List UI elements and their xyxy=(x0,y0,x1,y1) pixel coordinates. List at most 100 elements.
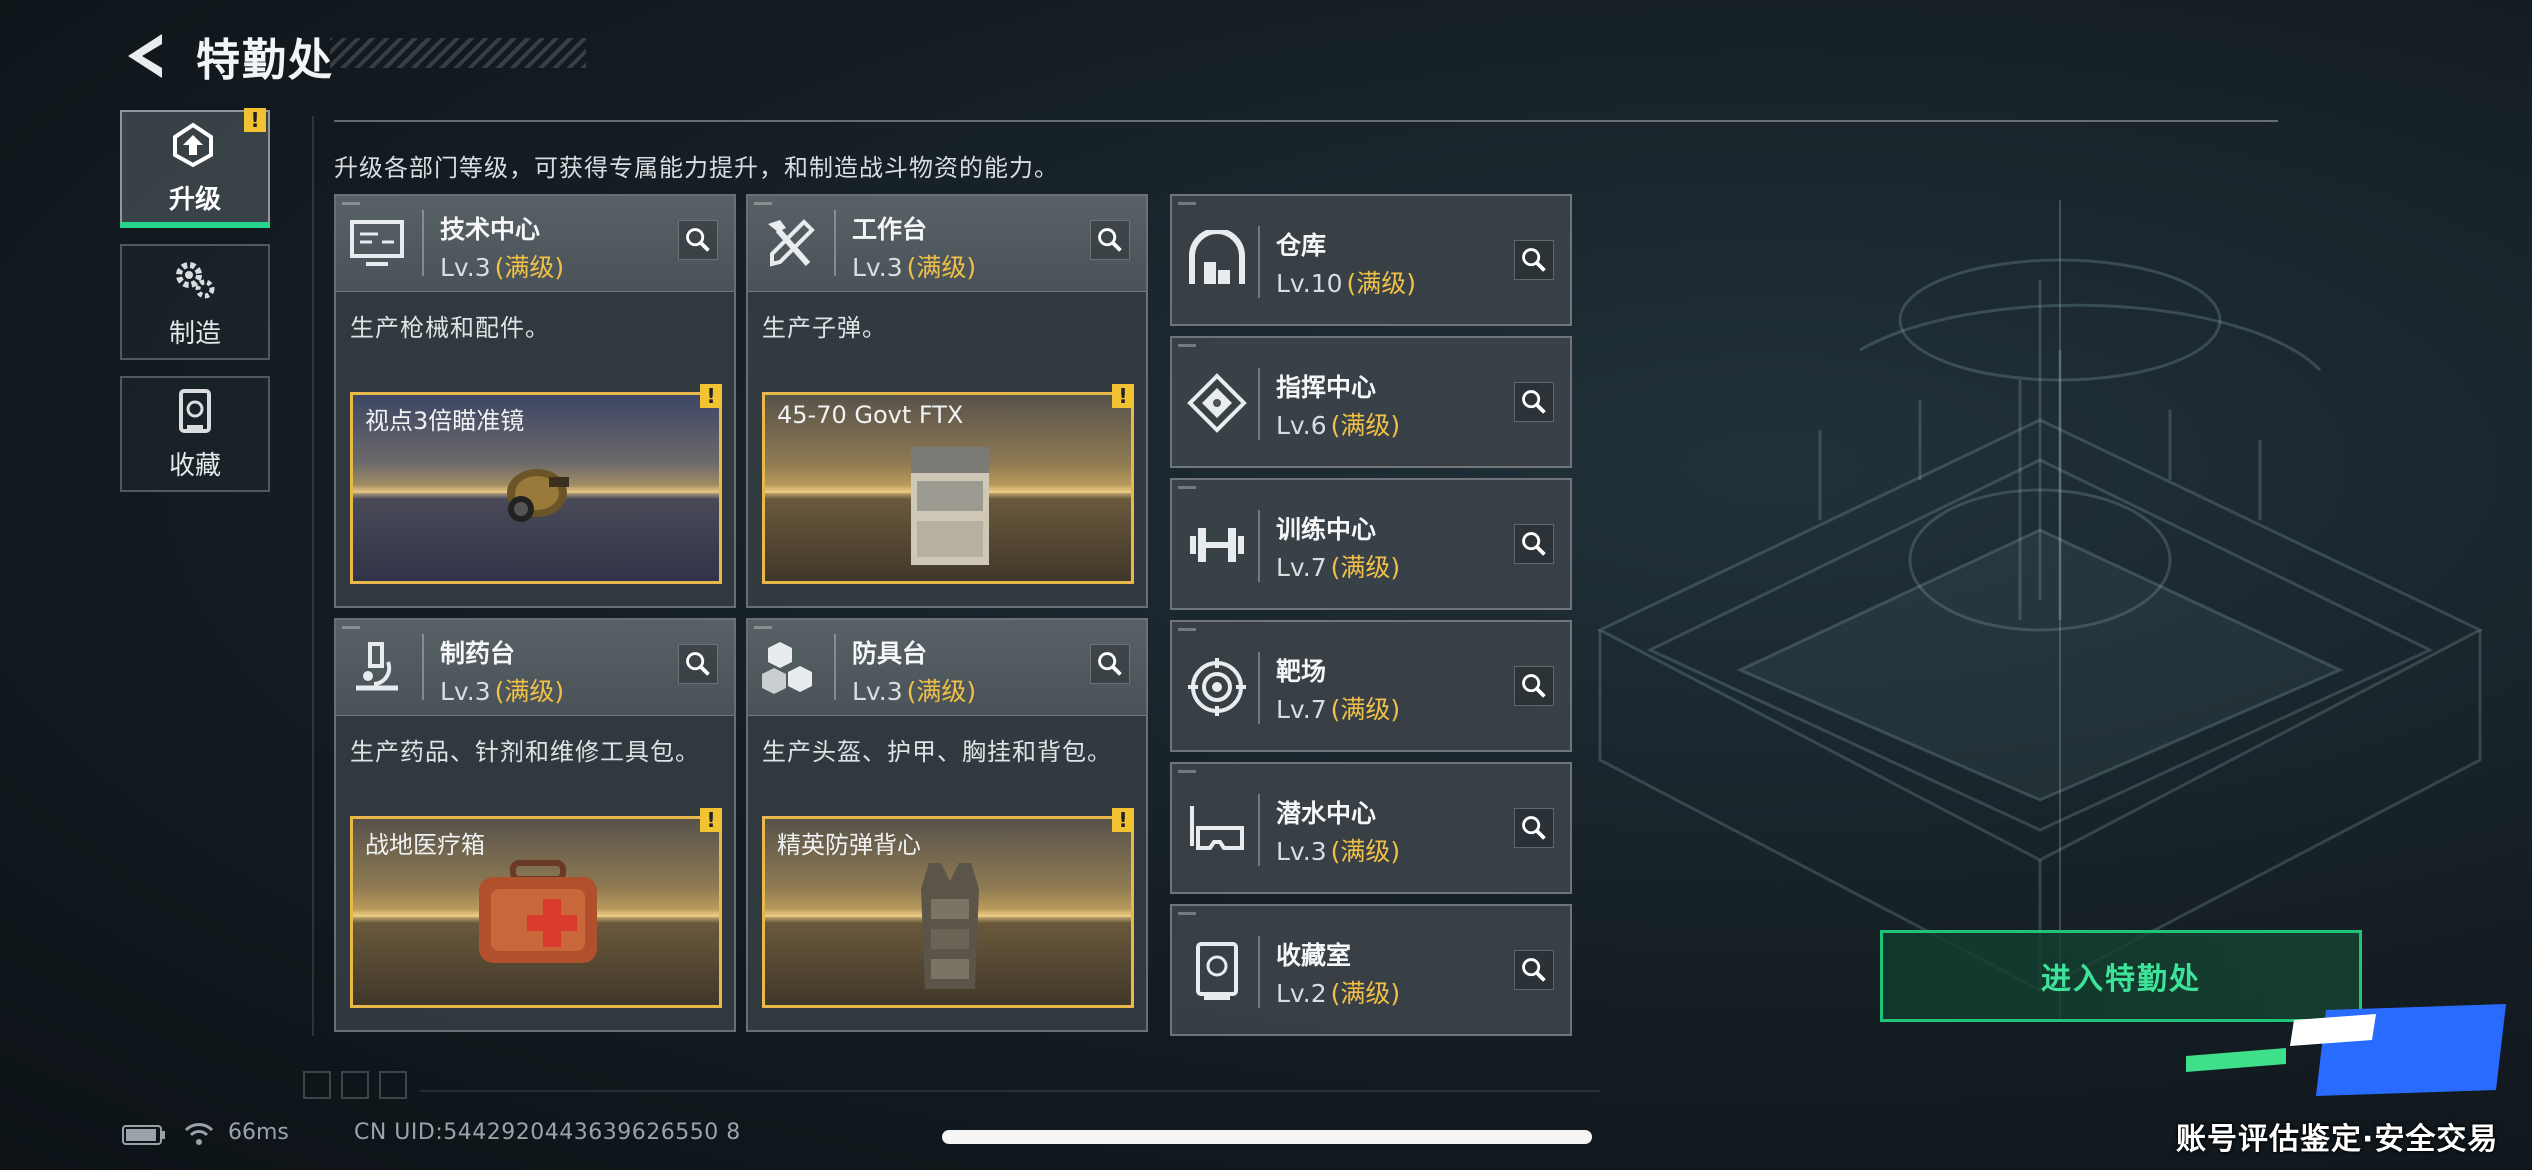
facility-name: 收藏室 xyxy=(1276,941,1352,970)
bottom-grid-decoration xyxy=(303,1071,407,1099)
facility-name: 指挥中心 xyxy=(1276,373,1377,402)
facility-level: Lv.3 (满级) xyxy=(1276,837,1401,866)
facility-level: Lv.6 (满级) xyxy=(1276,411,1401,440)
armor-cubes-icon xyxy=(762,642,812,694)
search-icon[interactable] xyxy=(1514,240,1554,280)
search-icon[interactable] xyxy=(1514,524,1554,564)
user-uid: CN UID:5442920443639626550 8 xyxy=(354,1120,741,1145)
title-hatch-decoration xyxy=(330,38,586,68)
upgrade-icon xyxy=(173,122,213,167)
page-title: 特勤处 xyxy=(196,35,334,86)
monitor-icon xyxy=(350,220,404,266)
craft-slot-medkit[interactable]: 战地医疗箱 xyxy=(350,816,722,1008)
craft-alert-badge: ! xyxy=(700,808,722,832)
facility-card-armor-bench[interactable]: 防具台 Lv.3 (满级) 生产头盔、护甲、胸挂和背包。 精英防弹背心 xyxy=(746,618,1148,1032)
facility-card-command-center[interactable]: 指挥中心 Lv.6 (满级) xyxy=(1170,336,1572,468)
dumbbell-icon xyxy=(1190,528,1244,562)
search-icon[interactable] xyxy=(1514,950,1554,990)
facility-name: 工作台 xyxy=(852,215,928,244)
facility-description: 生产子弹。 xyxy=(762,314,887,342)
card-header: 技术中心 Lv.3 (满级) xyxy=(336,196,734,292)
ammo-box-image xyxy=(911,447,989,565)
facility-name: 靶场 xyxy=(1276,657,1327,686)
nav-tab-craft[interactable]: 制造 xyxy=(120,244,270,360)
card-header: 工作台 Lv.3 (满级) xyxy=(748,196,1146,292)
nav-active-indicator xyxy=(120,222,270,228)
wifi-icon xyxy=(184,1123,214,1145)
facility-level: Lv.3 (满级) xyxy=(440,253,565,282)
craft-item-name: 精英防弹背心 xyxy=(777,831,921,859)
facility-name: 仓库 xyxy=(1276,231,1327,260)
panel-top-divider xyxy=(334,120,2278,122)
search-icon[interactable] xyxy=(678,220,718,260)
facility-card-workbench[interactable]: 工作台 Lv.3 (满级) 生产子弹。 45-70 Govt FTX xyxy=(746,194,1148,608)
search-icon[interactable] xyxy=(1514,382,1554,422)
command-icon xyxy=(1187,373,1247,433)
ping-text: 66ms xyxy=(228,1120,289,1145)
intro-text: 升级各部门等级，可获得专属能力提升，和制造战斗物资的能力。 xyxy=(334,154,1059,182)
search-icon[interactable] xyxy=(678,644,718,684)
facility-card-tech-center[interactable]: 技术中心 Lv.3 (满级) 生产枪械和配件。 视点3倍瞄准镜 xyxy=(334,194,736,608)
facility-card-warehouse[interactable]: 仓库 Lv.10 (满级) xyxy=(1170,194,1572,326)
panel-left-divider xyxy=(312,116,314,1036)
facility-name: 制药台 xyxy=(440,639,516,668)
craft-item-name: 45-70 Govt FTX xyxy=(777,401,964,429)
search-icon[interactable] xyxy=(1514,808,1554,848)
search-icon[interactable] xyxy=(1514,666,1554,706)
facility-card-shooting-range[interactable]: 靶场 Lv.7 (满级) xyxy=(1170,620,1572,752)
facility-level: Lv.7 (满级) xyxy=(1276,695,1401,724)
facility-card-diving-center[interactable]: 潜水中心 Lv.3 (满级) xyxy=(1170,762,1572,894)
facility-card-pharmacy[interactable]: 制药台 Lv.3 (满级) 生产药品、针剂和维修工具包。 战地医疗箱 xyxy=(334,618,736,1032)
nav-tab-collection-label: 收藏 xyxy=(168,450,221,481)
facility-card-collection-room[interactable]: 收藏室 Lv.2 (满级) xyxy=(1170,904,1572,1036)
facility-level: Lv.3 (满级) xyxy=(852,677,977,706)
facility-description: 生产枪械和配件。 xyxy=(350,314,550,342)
bottom-divider xyxy=(420,1090,1600,1092)
facility-level: Lv.10 (满级) xyxy=(1276,269,1417,298)
nav-tab-craft-label: 制造 xyxy=(168,318,221,349)
craft-slot-scope[interactable]: 视点3倍瞄准镜 xyxy=(350,392,722,584)
craft-alert-badge: ! xyxy=(1112,384,1134,408)
scope-item-image xyxy=(507,469,569,522)
craft-item-name: 视点3倍瞄准镜 xyxy=(365,407,525,435)
collection-icon xyxy=(179,388,211,433)
search-icon[interactable] xyxy=(1090,644,1130,684)
vest-image xyxy=(921,863,979,989)
facility-description: 生产头盔、护甲、胸挂和背包。 xyxy=(762,738,1112,766)
card-header: 制药台 Lv.3 (满级) xyxy=(336,620,734,716)
craft-slot-ammo[interactable]: 45-70 Govt FTX xyxy=(762,392,1134,584)
facility-level: Lv.3 (满级) xyxy=(852,253,977,282)
craft-slot-vest[interactable]: 精英防弹背心 xyxy=(762,816,1134,1008)
facility-map-art xyxy=(1596,200,2484,1020)
facility-name: 防具台 xyxy=(852,639,928,668)
tools-icon xyxy=(768,219,815,267)
watermark-logo xyxy=(2186,1004,2506,1096)
battery-icon xyxy=(122,1125,165,1145)
facility-level: Lv.2 (满级) xyxy=(1276,979,1401,1008)
back-arrow-icon[interactable] xyxy=(118,28,174,84)
facility-level: Lv.3 (满级) xyxy=(440,677,565,706)
card-header: 防具台 Lv.3 (满级) xyxy=(748,620,1146,716)
craft-alert-badge: ! xyxy=(700,384,722,408)
facility-level: Lv.7 (满级) xyxy=(1276,553,1401,582)
gears-icon xyxy=(176,261,215,298)
nav-tab-collection[interactable]: 收藏 xyxy=(120,376,270,492)
craft-alert-badge: ! xyxy=(1112,808,1134,832)
facility-description: 生产药品、针剂和维修工具包。 xyxy=(350,738,700,766)
medkit-image xyxy=(479,860,597,963)
microscope-icon xyxy=(356,642,398,691)
diving-mask-icon xyxy=(1190,806,1244,850)
nav-tab-upgrade-label: 升级 xyxy=(168,184,221,215)
target-icon xyxy=(1188,658,1246,716)
upgrade-alert-badge: ! xyxy=(244,108,266,132)
craft-item-name: 战地医疗箱 xyxy=(365,831,485,859)
watermark-tagline: 账号评估鉴定·安全交易 xyxy=(2176,1122,2499,1157)
vault-icon xyxy=(1196,942,1238,1000)
search-icon[interactable] xyxy=(1090,220,1130,260)
facility-name: 技术中心 xyxy=(440,215,541,244)
home-indicator[interactable] xyxy=(942,1130,1592,1144)
facility-name: 潜水中心 xyxy=(1276,799,1377,828)
facility-name: 训练中心 xyxy=(1276,515,1377,544)
facility-card-training-center[interactable]: 训练中心 Lv.7 (满级) xyxy=(1170,478,1572,610)
warehouse-icon xyxy=(1189,230,1245,284)
